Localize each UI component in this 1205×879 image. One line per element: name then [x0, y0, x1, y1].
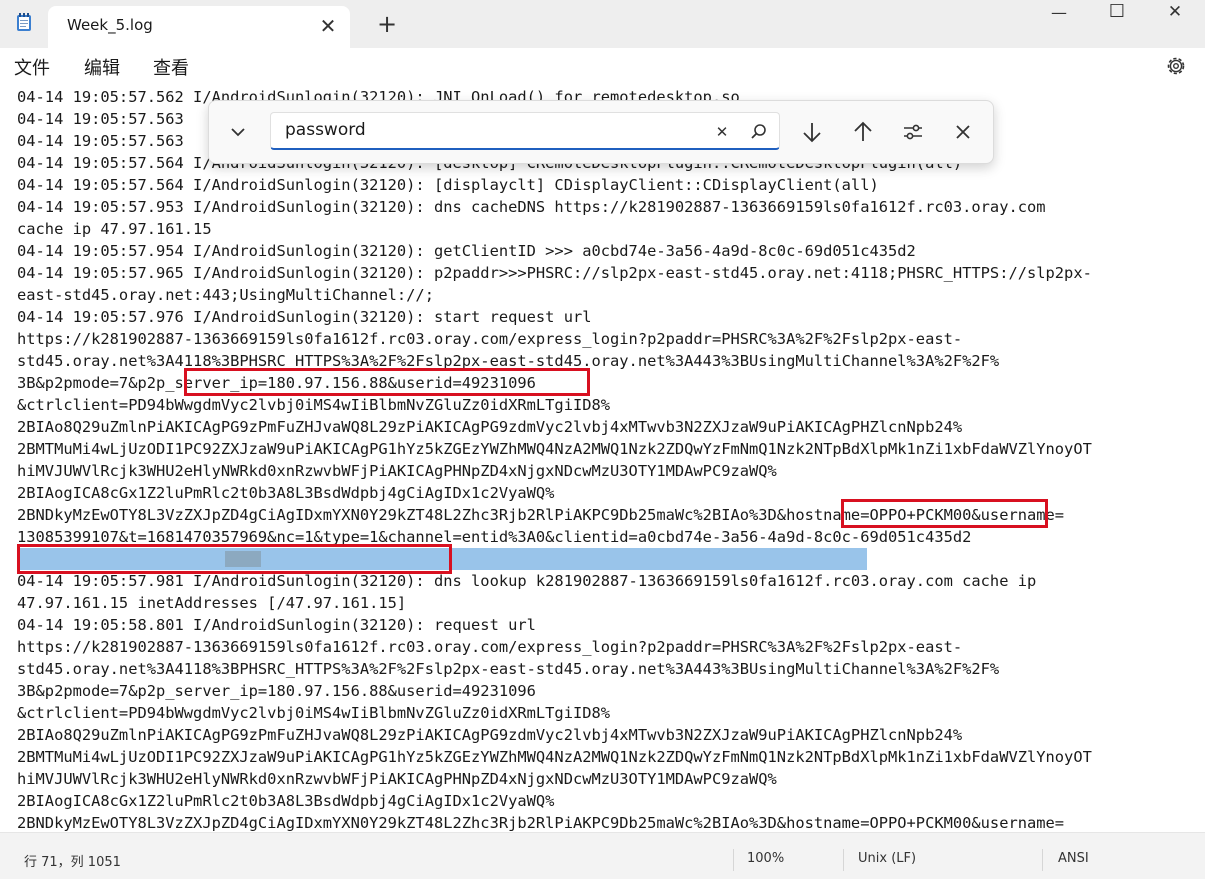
- menu-bar: 文件 编辑 查看: [0, 48, 1205, 86]
- find-previous-up-arrow-icon[interactable]: [847, 116, 879, 148]
- log-line: 04-14 19:05:57.563: [17, 132, 194, 150]
- log-line: 04-14 19:05:57.564 I/AndroidSunlogin(321…: [17, 176, 879, 194]
- menu-edit[interactable]: 编辑: [84, 54, 120, 80]
- log-line: &ctrlclient=PD94bWwgdmVyc2lvbj0iMS4wIiBl…: [17, 704, 611, 722]
- log-line: 2BIAogICA8cGx1Z2luPmRlc2t0b3A8L3BsdWdpbj…: [17, 484, 555, 502]
- log-line: cache ip 47.97.161.15: [17, 220, 212, 238]
- log-line: 2BIAogICA8cGx1Z2luPmRlc2t0b3A8L3BsdWdpbj…: [17, 792, 555, 810]
- log-line: hiMVJUWVlRcjk3WHU2eHlyNWRkd0xnRzwvbWFjPi…: [17, 462, 777, 480]
- log-line: hiMVJUWVlRcjk3WHU2eHlyNWRkd0xnRzwvbWFjPi…: [17, 770, 777, 788]
- close-find-bar-icon[interactable]: [947, 116, 979, 148]
- expand-replace-chevron-icon[interactable]: [222, 116, 254, 148]
- line-ending: Unix (LF): [858, 851, 917, 866]
- tab-title: Week_5.log: [67, 16, 153, 34]
- close-window-button[interactable]: ✕: [1146, 0, 1204, 28]
- log-line: 04-14 19:05:58.801 I/AndroidSunlogin(321…: [17, 616, 536, 634]
- log-line: 47.97.161.15 inetAddresses [/47.97.161.1…: [17, 594, 407, 612]
- clear-search-icon[interactable]: ✕: [706, 116, 738, 148]
- maximize-button[interactable]: ☐: [1088, 0, 1146, 28]
- log-line: east-std45.oray.net:443;UsingMultiChanne…: [17, 286, 434, 304]
- encoding: ANSI: [1058, 851, 1089, 866]
- log-line: 2BIAo8Q29uZmlnPiAKICAgPG9zPmFuZHJvaWQ8L2…: [17, 726, 963, 744]
- log-line: 3B&p2pmode=7&p2p_server_ip=180.97.156.88…: [17, 682, 536, 700]
- log-line: &ctrlclient=PD94bWwgdmVyc2lvbj0iMS4wIiBl…: [17, 396, 611, 414]
- close-tab-icon[interactable]: ✕: [312, 11, 344, 41]
- notepad-icon: [17, 13, 31, 31]
- status-divider: [733, 849, 734, 871]
- minimize-button[interactable]: —: [1030, 2, 1088, 30]
- settings-gear-icon[interactable]: [1162, 52, 1190, 80]
- find-input[interactable]: password: [270, 112, 780, 150]
- log-line: https://k281902887-1363669159ls0fa1612f.…: [17, 638, 963, 656]
- log-line: 2BMTMuMi4wLjUzODI1PC92ZXJzaW9uPiAKICAgPG…: [17, 748, 1092, 766]
- log-line: 2BIAo8Q29uZmlnPiAKICAgPG9zPmFuZHJvaWQ8L2…: [17, 418, 963, 436]
- menu-file[interactable]: 文件: [14, 54, 50, 80]
- log-line: 2BMTMuMi4wLjUzODI1PC92ZXJzaW9uPiAKICAgPG…: [17, 440, 1092, 458]
- cursor-position: 行 71，列 1051: [24, 855, 121, 870]
- find-bar: password ✕: [208, 100, 994, 164]
- log-line: 04-14 19:05:57.953 I/AndroidSunlogin(321…: [17, 198, 1046, 216]
- log-line: std45.oray.net%3A4118%3BPHSRC_HTTPS%3A%2…: [17, 660, 1000, 678]
- highlight-box-server-ip: [184, 368, 590, 396]
- log-line: 2BNDkyMzEwOTY8L3VzZXJpZD4gCiAgIDxmYXN0Y2…: [17, 814, 1065, 832]
- find-next-down-arrow-icon[interactable]: [796, 116, 828, 148]
- status-divider: [843, 849, 844, 871]
- log-line: 04-14 19:05:57.563: [17, 110, 194, 128]
- status-bar: 行 71，列 1051 100% Unix (LF) ANSI: [0, 832, 1205, 879]
- menu-view[interactable]: 查看: [153, 54, 189, 80]
- text-editor[interactable]: 04-14 19:05:57.562 I/AndroidSunlogin(321…: [0, 86, 1190, 832]
- log-line: https://k281902887-1363669159ls0fa1612f.…: [17, 330, 963, 348]
- highlight-box-hostname: [841, 499, 1048, 528]
- search-icon[interactable]: [743, 116, 775, 148]
- tab-week5-log[interactable]: Week_5.log ✕: [48, 6, 350, 48]
- search-options-sliders-icon[interactable]: [897, 116, 929, 148]
- log-line: 04-14 19:05:57.965 I/AndroidSunlogin(321…: [17, 264, 1092, 282]
- log-line: 04-14 19:05:57.976 I/AndroidSunlogin(321…: [17, 308, 592, 326]
- title-bar: Week_5.log ✕ + — ☐ ✕: [0, 0, 1205, 48]
- new-tab-button[interactable]: +: [371, 8, 403, 40]
- zoom-level: 100%: [747, 851, 785, 866]
- status-divider: [1042, 849, 1043, 871]
- redaction-blur: [225, 551, 261, 567]
- log-line: 04-14 19:05:57.954 I/AndroidSunlogin(321…: [17, 242, 916, 260]
